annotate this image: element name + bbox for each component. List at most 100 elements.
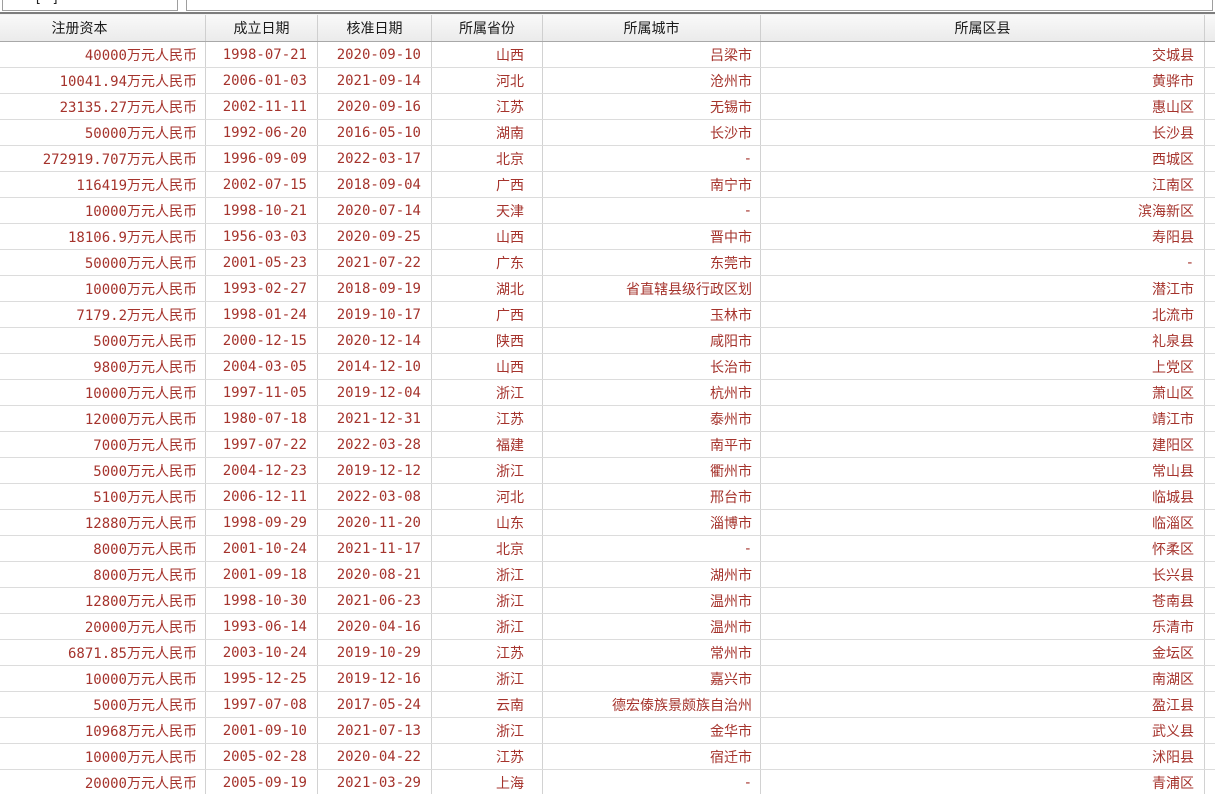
cell[interactable]: 10000万元人民币 (0, 744, 206, 769)
cell[interactable]: 长兴县 (761, 562, 1205, 587)
cell[interactable]: 广西 (432, 302, 543, 327)
cell[interactable]: 嘉兴市 (543, 666, 761, 691)
cell[interactable] (1205, 640, 1215, 665)
cell[interactable] (1205, 146, 1215, 171)
cell[interactable]: 省直辖县级行政区划 (543, 276, 761, 301)
cell[interactable]: 长沙市 (543, 120, 761, 145)
cell[interactable]: 2002-07-15 (206, 172, 318, 197)
cell[interactable]: 2004-12-23 (206, 458, 318, 483)
cell[interactable] (1205, 562, 1215, 587)
cell[interactable]: 20000万元人民币 (0, 614, 206, 639)
formula-bar[interactable] (186, 0, 1213, 11)
cell[interactable]: 临淄区 (761, 510, 1205, 535)
cell[interactable]: 18106.9万元人民币 (0, 224, 206, 249)
cell[interactable]: 建阳区 (761, 432, 1205, 457)
cell[interactable] (1205, 198, 1215, 223)
cell[interactable]: 湖南 (432, 120, 543, 145)
cell[interactable]: 乐清市 (761, 614, 1205, 639)
cell[interactable]: 南平市 (543, 432, 761, 457)
cell[interactable]: - (761, 250, 1205, 275)
cell[interactable]: 南湖区 (761, 666, 1205, 691)
cell[interactable]: 金坛区 (761, 640, 1205, 665)
cell[interactable]: 1997-07-22 (206, 432, 318, 457)
cell[interactable]: 1996-09-09 (206, 146, 318, 171)
cell[interactable]: 5000万元人民币 (0, 458, 206, 483)
cell[interactable]: 10000万元人民币 (0, 276, 206, 301)
cell[interactable]: 10968万元人民币 (0, 718, 206, 743)
cell[interactable]: 山西 (432, 42, 543, 67)
cell[interactable]: 黄骅市 (761, 68, 1205, 93)
cell[interactable]: 江苏 (432, 744, 543, 769)
cell[interactable]: 2020-04-16 (318, 614, 432, 639)
cell[interactable]: 北京 (432, 536, 543, 561)
cell[interactable]: 浙江 (432, 718, 543, 743)
cell[interactable]: 10000万元人民币 (0, 666, 206, 691)
cell[interactable]: 浙江 (432, 562, 543, 587)
cell[interactable]: 1998-01-24 (206, 302, 318, 327)
cell[interactable]: 靖江市 (761, 406, 1205, 431)
cell[interactable]: 长沙县 (761, 120, 1205, 145)
cell[interactable]: 6871.85万元人民币 (0, 640, 206, 665)
cell[interactable]: 2001-09-18 (206, 562, 318, 587)
cell[interactable]: 2021-07-22 (318, 250, 432, 275)
cell[interactable]: 山东 (432, 510, 543, 535)
cell[interactable]: 272919.707万元人民币 (0, 146, 206, 171)
cell[interactable]: - (543, 536, 761, 561)
cell[interactable]: - (543, 770, 761, 794)
cell[interactable]: 2018-09-04 (318, 172, 432, 197)
cell[interactable]: 5000万元人民币 (0, 692, 206, 717)
cell[interactable]: 12000万元人民币 (0, 406, 206, 431)
cell[interactable]: 杭州市 (543, 380, 761, 405)
cell[interactable]: 10000万元人民币 (0, 380, 206, 405)
cell[interactable]: 滨海新区 (761, 198, 1205, 223)
cell[interactable]: 温州市 (543, 614, 761, 639)
cell[interactable]: 2021-07-13 (318, 718, 432, 743)
cell[interactable] (1205, 458, 1215, 483)
cell[interactable]: - (543, 146, 761, 171)
cell[interactable]: 浙江 (432, 614, 543, 639)
cell[interactable]: 1998-09-29 (206, 510, 318, 535)
column-header-5[interactable]: 所属区县 (761, 15, 1205, 41)
cell[interactable]: 浙江 (432, 458, 543, 483)
cell[interactable] (1205, 718, 1215, 743)
cell[interactable]: 陕西 (432, 328, 543, 353)
cell[interactable]: 9800万元人民币 (0, 354, 206, 379)
cell[interactable]: 咸阳市 (543, 328, 761, 353)
column-header-6[interactable] (1205, 15, 1215, 41)
column-header-4[interactable]: 所属城市 (543, 15, 761, 41)
cell[interactable]: 10041.94万元人民币 (0, 68, 206, 93)
cell[interactable]: 浙江 (432, 666, 543, 691)
cell[interactable]: 1997-11-05 (206, 380, 318, 405)
column-header-1[interactable]: 成立日期 (206, 15, 318, 41)
cell[interactable]: 5100万元人民币 (0, 484, 206, 509)
cell[interactable]: 2006-12-11 (206, 484, 318, 509)
cell[interactable]: 2019-12-16 (318, 666, 432, 691)
cell[interactable]: 淄博市 (543, 510, 761, 535)
cell[interactable] (1205, 380, 1215, 405)
cell[interactable] (1205, 510, 1215, 535)
cell[interactable]: 福建 (432, 432, 543, 457)
cell[interactable]: 2002-11-11 (206, 94, 318, 119)
cell[interactable] (1205, 692, 1215, 717)
cell[interactable]: 2014-12-10 (318, 354, 432, 379)
cell[interactable]: 2020-12-14 (318, 328, 432, 353)
cell[interactable]: 2020-08-21 (318, 562, 432, 587)
cell[interactable]: 潜江市 (761, 276, 1205, 301)
cell[interactable]: 山西 (432, 224, 543, 249)
cell[interactable]: 盈江县 (761, 692, 1205, 717)
cell[interactable]: 湖州市 (543, 562, 761, 587)
cell[interactable]: 云南 (432, 692, 543, 717)
cell[interactable]: 天津 (432, 198, 543, 223)
cell[interactable] (1205, 770, 1215, 794)
cell[interactable]: 湖北 (432, 276, 543, 301)
cell[interactable]: 上海 (432, 770, 543, 794)
cell[interactable]: 邢台市 (543, 484, 761, 509)
cell[interactable]: 寿阳县 (761, 224, 1205, 249)
cell[interactable]: 8000万元人民币 (0, 562, 206, 587)
cell[interactable]: 广西 (432, 172, 543, 197)
cell[interactable]: 交城县 (761, 42, 1205, 67)
cell[interactable]: 1980-07-18 (206, 406, 318, 431)
cell[interactable]: 10000万元人民币 (0, 198, 206, 223)
cell[interactable]: 1995-12-25 (206, 666, 318, 691)
cell[interactable]: 浙江 (432, 380, 543, 405)
